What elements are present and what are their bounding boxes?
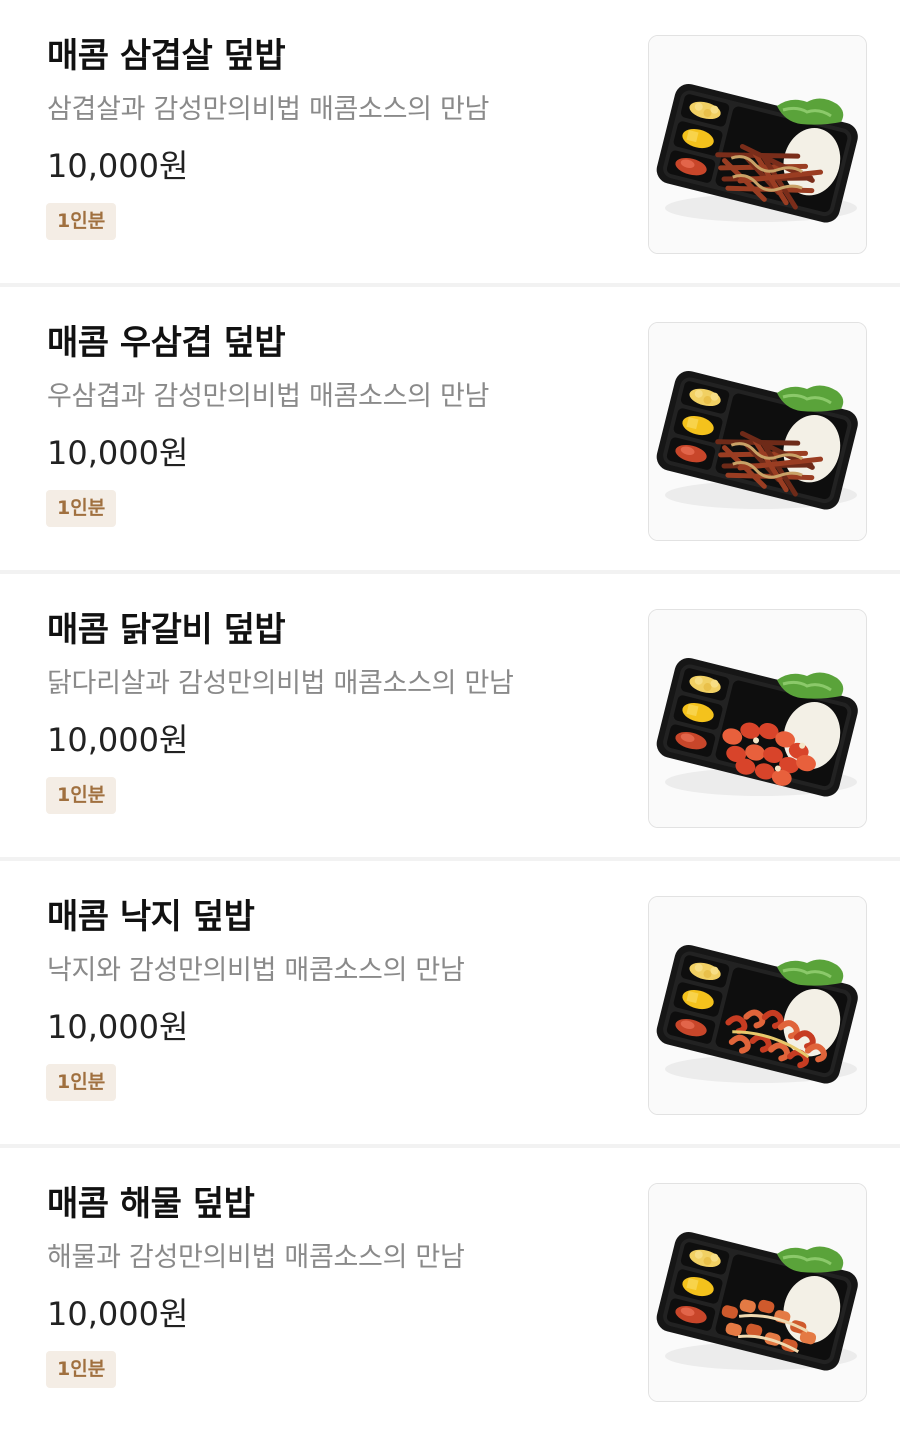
menu-item-price: 10,000원 xyxy=(47,721,189,759)
menu-item-image[interactable] xyxy=(648,609,867,828)
menu-item[interactable]: 매콤 닭갈비 덮밥 닭다리살과 감성만의비법 매콤소스의 만남 10,000원 … xyxy=(0,574,900,861)
serving-badge: 1인분 xyxy=(46,1351,117,1388)
menu-item-price: 10,000원 xyxy=(47,434,189,472)
menu-item-price: 10,000원 xyxy=(47,1295,189,1333)
menu-item-description: 닭다리살과 감성만의비법 매콤소스의 만남 xyxy=(47,668,514,699)
lunchbox-illustration xyxy=(649,610,866,827)
serving-badge: 1인분 xyxy=(46,777,117,814)
menu-item-name: 매콤 삼겹살 덮밥 xyxy=(47,36,286,76)
menu-list: 매콤 삼겹살 덮밥 삼겹살과 감성만의비법 매콤소스의 만남 10,000원 1… xyxy=(0,0,900,1431)
menu-item[interactable]: 매콤 낙지 덮밥 낙지와 감성만의비법 매콤소스의 만남 10,000원 1인분 xyxy=(0,861,900,1148)
menu-item-name: 매콤 우삼겹 덮밥 xyxy=(47,323,286,363)
menu-item-name: 매콤 낙지 덮밥 xyxy=(47,897,255,937)
lunchbox-illustration xyxy=(649,897,866,1114)
serving-badge: 1인분 xyxy=(46,1064,117,1101)
lunchbox-illustration xyxy=(649,1184,866,1401)
menu-item-description: 해물과 감성만의비법 매콤소스의 만남 xyxy=(47,1242,465,1273)
serving-badge: 1인분 xyxy=(46,203,117,240)
menu-item-description: 낙지와 감성만의비법 매콤소스의 만남 xyxy=(47,955,465,986)
menu-item-image[interactable] xyxy=(648,1183,867,1402)
menu-item[interactable]: 매콤 우삼겹 덮밥 우삼겹과 감성만의비법 매콤소스의 만남 10,000원 1… xyxy=(0,287,900,574)
menu-item-description: 삼겹살과 감성만의비법 매콤소스의 만남 xyxy=(47,94,490,125)
lunchbox-illustration xyxy=(649,36,866,253)
menu-item[interactable]: 매콤 삼겹살 덮밥 삼겹살과 감성만의비법 매콤소스의 만남 10,000원 1… xyxy=(0,0,900,287)
lunchbox-illustration xyxy=(649,323,866,540)
menu-item-name: 매콤 해물 덮밥 xyxy=(47,1184,255,1224)
menu-item-image[interactable] xyxy=(648,35,867,254)
serving-badge: 1인분 xyxy=(46,490,117,527)
menu-item-image[interactable] xyxy=(648,896,867,1115)
menu-item[interactable]: 매콤 해물 덮밥 해물과 감성만의비법 매콤소스의 만남 10,000원 1인분 xyxy=(0,1148,900,1431)
menu-item-price: 10,000원 xyxy=(47,1008,189,1046)
menu-item-description: 우삼겹과 감성만의비법 매콤소스의 만남 xyxy=(47,381,490,412)
menu-item-image[interactable] xyxy=(648,322,867,541)
menu-item-name: 매콤 닭갈비 덮밥 xyxy=(47,610,286,650)
menu-item-price: 10,000원 xyxy=(47,147,189,185)
